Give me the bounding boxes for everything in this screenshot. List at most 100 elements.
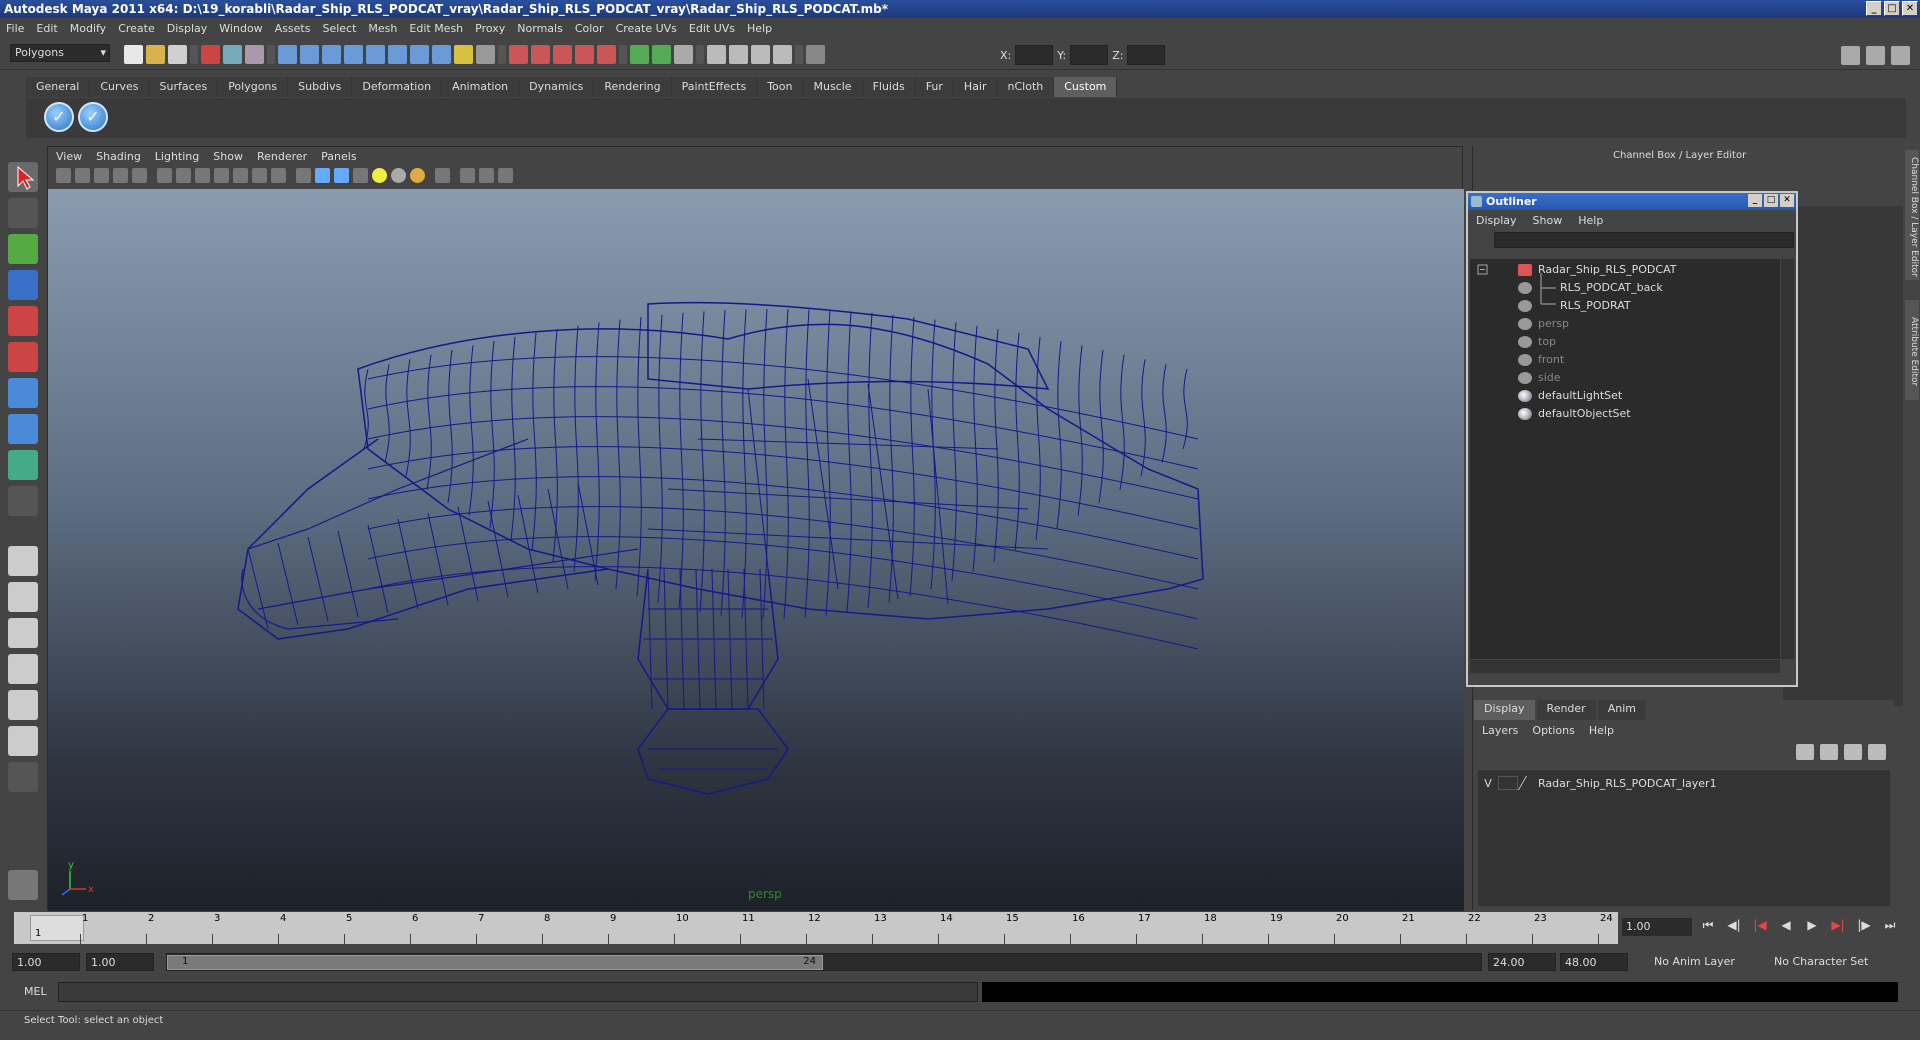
attribute-editor-side-tab[interactable]: Attribute Editor	[1905, 300, 1919, 400]
perspective-viewport[interactable]: persp y x	[48, 189, 1464, 911]
camera-select-icon[interactable]	[56, 167, 71, 183]
outliner-item[interactable]: defaultLightSet	[1518, 387, 1622, 405]
animation-start-field[interactable]: 1.00	[12, 953, 80, 971]
make-live-icon[interactable]	[597, 45, 616, 64]
menu-file[interactable]: File	[6, 22, 24, 35]
last-tool-icon[interactable]	[8, 486, 38, 516]
menu-edit-uvs[interactable]: Edit UVs	[689, 22, 735, 35]
menu-edit-mesh[interactable]: Edit Mesh	[409, 22, 463, 35]
field-chart-icon[interactable]	[233, 167, 248, 183]
menu-modify[interactable]: Modify	[70, 22, 106, 35]
outliner-item[interactable]: RLS_PODCAT_back	[1518, 279, 1663, 297]
construction-history-icon[interactable]	[674, 45, 693, 64]
gate-mask-icon[interactable]	[214, 167, 229, 183]
playback-end-field[interactable]: 24.00	[1488, 953, 1556, 971]
tool-settings-toggle-icon[interactable]	[1866, 46, 1885, 65]
menu-color[interactable]: Color	[575, 22, 604, 35]
layer-row[interactable]: V Radar_Ship_RLS_PODCAT_layer1	[1478, 774, 1890, 792]
layer-color-swatch[interactable]	[1517, 776, 1539, 790]
layer-playback-toggle[interactable]	[1498, 776, 1518, 790]
outliner-item[interactable]: front	[1518, 351, 1564, 369]
outliner-vertical-scrollbar[interactable]	[1781, 259, 1794, 659]
layer-menu-options[interactable]: Options	[1532, 724, 1574, 737]
current-frame-indicator[interactable]: 1	[30, 915, 84, 941]
pick-surface-icon[interactable]	[366, 45, 385, 64]
two-d-pan-icon[interactable]	[132, 167, 147, 183]
outliner-item[interactable]: side	[1518, 369, 1561, 387]
pick-curve-icon[interactable]	[344, 45, 363, 64]
shelf-tab-rendering[interactable]: Rendering	[594, 77, 672, 97]
render-settings-icon[interactable]	[773, 45, 792, 64]
pick-render-icon[interactable]	[432, 45, 451, 64]
new-layer-icon[interactable]	[1844, 744, 1862, 760]
menu-assets[interactable]: Assets	[275, 22, 311, 35]
viewport-menu-renderer[interactable]: Renderer	[257, 150, 307, 163]
range-slider[interactable]: 1 24	[166, 953, 1482, 971]
shelf-tab-custom[interactable]: Custom	[1054, 77, 1118, 97]
move-layer-down-icon[interactable]	[1820, 744, 1838, 760]
y-field[interactable]	[1070, 45, 1109, 65]
hypershade-persp-layout-icon[interactable]	[8, 690, 38, 720]
menu-normals[interactable]: Normals	[517, 22, 563, 35]
animation-end-field[interactable]: 48.00	[1560, 953, 1628, 971]
step-forward-frame-icon[interactable]: |▶	[1856, 917, 1872, 933]
render-frame-icon[interactable]	[729, 45, 748, 64]
backface-culling-icon[interactable]	[498, 167, 513, 183]
show-manipulator-icon[interactable]	[8, 450, 38, 480]
shelf-tab-dynamics[interactable]: Dynamics	[519, 77, 595, 97]
shelf-tab-fur[interactable]: Fur	[915, 77, 954, 97]
image-plane-icon[interactable]	[113, 167, 128, 183]
move-layer-up-icon[interactable]	[1796, 744, 1814, 760]
shelf-tab-general[interactable]: General	[26, 77, 91, 97]
select-object-icon[interactable]	[223, 45, 242, 64]
menu-edit[interactable]: Edit	[36, 22, 57, 35]
outliner-menu-help[interactable]: Help	[1578, 214, 1603, 227]
outliner-close-button[interactable]: ✕	[1780, 194, 1794, 207]
channel-box-side-tab[interactable]: Channel Box / Layer Editor	[1905, 150, 1919, 280]
highlight-icon[interactable]	[476, 45, 495, 64]
play-backwards-icon[interactable]: ◀	[1778, 917, 1794, 933]
mel-label[interactable]: MEL	[24, 985, 47, 998]
attribute-editor-toggle-icon[interactable]	[1841, 46, 1860, 65]
output-ops-icon[interactable]	[652, 45, 671, 64]
render-view-icon[interactable]	[707, 45, 726, 64]
bookmark-icon[interactable]	[94, 167, 109, 183]
menu-create-uvs[interactable]: Create UVs	[616, 22, 677, 35]
outliner-item[interactable]: persp	[1518, 315, 1569, 333]
open-scene-icon[interactable]	[146, 45, 165, 64]
snap-grid-icon[interactable]	[509, 45, 528, 64]
outliner-minimize-button[interactable]: _	[1748, 194, 1762, 207]
play-forwards-icon[interactable]: ▶	[1804, 917, 1820, 933]
input-ops-icon[interactable]	[630, 45, 649, 64]
menu-set-selector[interactable]: Polygons ▾	[10, 44, 110, 62]
xray-icon[interactable]	[460, 167, 475, 183]
shelf-tab-ncloth[interactable]: nCloth	[997, 77, 1055, 97]
new-scene-icon[interactable]	[124, 45, 143, 64]
anim-layer-selector[interactable]: No Anim Layer	[1650, 953, 1760, 971]
film-gate-icon[interactable]	[176, 167, 191, 183]
single-pane-layout-icon[interactable]	[8, 546, 38, 576]
camera-attributes-icon[interactable]	[75, 167, 90, 183]
select-tool-icon[interactable]	[8, 162, 38, 192]
new-layer-from-selected-icon[interactable]	[1868, 744, 1886, 760]
soft-mod-tool-icon[interactable]	[8, 414, 38, 444]
menu-proxy[interactable]: Proxy	[475, 22, 505, 35]
viewport-menu-view[interactable]: View	[56, 150, 82, 163]
menu-display[interactable]: Display	[167, 22, 208, 35]
grid-icon[interactable]	[157, 167, 172, 183]
step-back-key-icon[interactable]: |◀	[1752, 917, 1768, 933]
menu-create[interactable]: Create	[118, 22, 155, 35]
shelf-tab-fluids[interactable]: Fluids	[862, 77, 916, 97]
rotate-tool-icon[interactable]	[8, 306, 38, 336]
lasso-tool-icon[interactable]	[8, 198, 38, 228]
layer-tab-anim[interactable]: Anim	[1597, 700, 1646, 720]
four-pane-layout-icon[interactable]	[8, 582, 38, 612]
shelf-tab-polygons[interactable]: Polygons	[218, 77, 289, 97]
pick-deform-icon[interactable]	[388, 45, 407, 64]
use-all-lights-icon[interactable]	[372, 167, 387, 183]
menu-select[interactable]: Select	[322, 22, 356, 35]
outliner-item[interactable]: defaultObjectSet	[1518, 405, 1631, 423]
menu-help[interactable]: Help	[747, 22, 772, 35]
input-line-icon[interactable]	[806, 45, 825, 64]
snap-curve-icon[interactable]	[531, 45, 550, 64]
